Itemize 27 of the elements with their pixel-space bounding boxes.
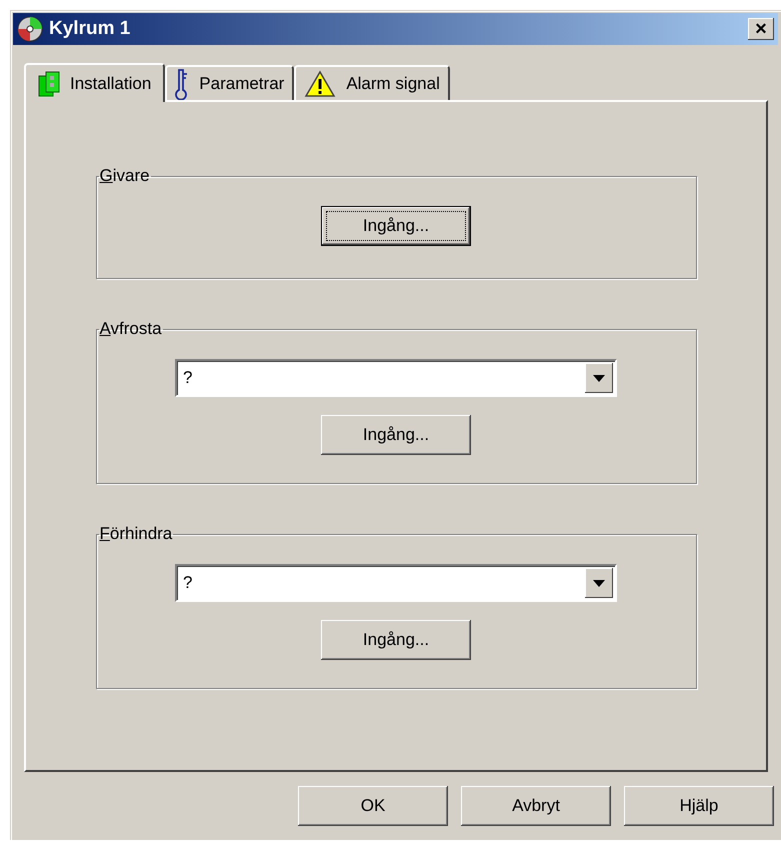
close-button[interactable]: × <box>748 18 774 40</box>
tab[interactable]: Parametrar <box>165 65 294 100</box>
group-title: Givare <box>98 166 151 186</box>
group-title: Avfrosta <box>98 319 163 339</box>
tab-label: Alarm signal <box>346 74 440 94</box>
dropdown-field[interactable]: ? <box>175 564 617 602</box>
dropdown-field[interactable]: ? <box>175 359 617 397</box>
thermometer-icon <box>175 68 190 100</box>
dropdown-button[interactable] <box>585 568 613 598</box>
dialog-button[interactable]: OK <box>298 786 448 826</box>
tab-label: Parametrar <box>199 74 284 94</box>
circuit-board-icon <box>38 70 60 96</box>
dialog-button[interactable]: Avbryt <box>461 786 611 826</box>
input-button[interactable]: Ingång... <box>321 415 471 455</box>
caret-icon <box>593 374 605 382</box>
window-title: Kylrum 1 <box>49 18 130 40</box>
tab[interactable]: Alarm signal <box>294 65 450 100</box>
tab[interactable]: Installation <box>24 63 166 102</box>
dialog-button[interactable]: Hjälp <box>624 786 774 826</box>
dropdown-button[interactable] <box>585 363 613 393</box>
group-title: Förhindra <box>98 524 174 544</box>
warning-icon <box>304 70 336 98</box>
disc-icon <box>17 16 43 42</box>
input-button[interactable]: Ingång... <box>321 620 471 660</box>
input-button[interactable]: Ingång... <box>321 206 471 246</box>
caret-icon <box>593 580 605 586</box>
tab-label: Installation <box>70 74 152 94</box>
